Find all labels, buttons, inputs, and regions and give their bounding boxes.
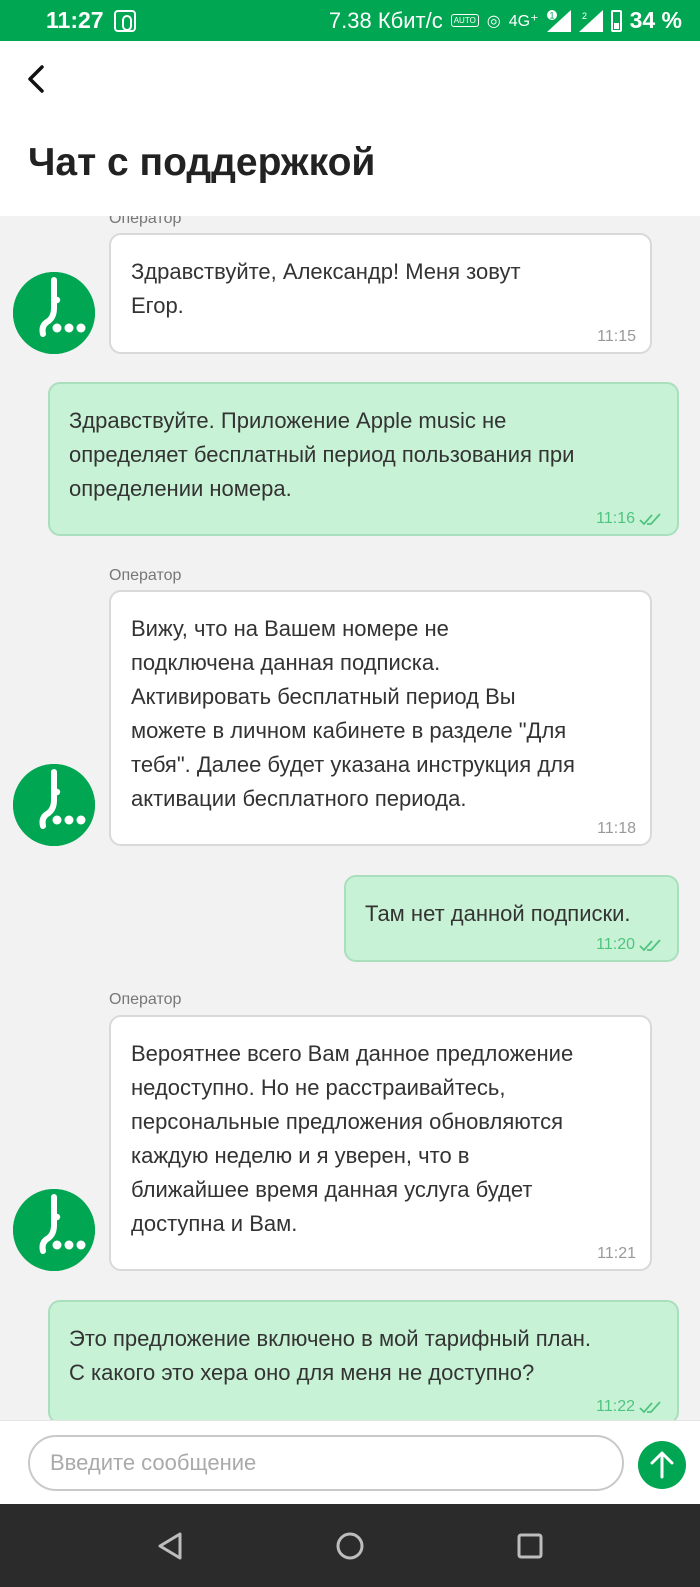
page-title: Чат с поддержкой	[28, 141, 376, 184]
chat-messages-list[interactable]: Оператор Здравствуйте, Александр! Меня з…	[0, 216, 700, 1420]
operator-label: Оператор	[109, 216, 182, 227]
operator-avatar	[13, 764, 95, 846]
app-notification-icon	[113, 9, 136, 32]
nav-recents-button[interactable]	[510, 1526, 550, 1566]
sim2-badge: 2	[582, 11, 587, 21]
battery-percent: 34 %	[629, 7, 682, 33]
status-bar: 11:27 7.38 Кбит/с AUTO ◎ 4G⁺ 1 2 34 %	[0, 0, 700, 41]
nav-back-button[interactable]	[150, 1526, 190, 1566]
double-check-icon	[639, 1401, 661, 1414]
operator-message: Вероятнее всего Вам данное предложение н…	[109, 1015, 652, 1271]
network-speed: 7.38 Кбит/с	[328, 7, 443, 33]
square-recents-icon	[517, 1533, 543, 1558]
chevron-left-icon	[28, 65, 44, 93]
operator-label: Оператор	[109, 991, 182, 1008]
message-time: 11:20	[596, 936, 635, 953]
system-nav-bar	[0, 1504, 700, 1587]
triangle-back-icon	[158, 1532, 182, 1559]
network-type-label: 4G⁺	[508, 12, 539, 30]
signal-sim2-icon: 2	[578, 9, 603, 32]
message-text: Это предложение включено в мой тарифный …	[69, 1326, 592, 1385]
message-time: 11:16	[596, 510, 635, 527]
send-button[interactable]	[638, 1441, 686, 1489]
message-time: 11:21	[597, 1245, 636, 1262]
status-time: 11:27	[46, 7, 104, 33]
operator-message: Вижу, что на Вашем номере не подключена …	[109, 590, 652, 846]
chat-header: Чат с поддержкой	[0, 41, 700, 216]
message-text: Здравствуйте, Александр! Меня зовут Егор…	[131, 259, 521, 318]
megafon-logo-icon	[13, 272, 95, 354]
message-text: Вероятнее всего Вам данное предложение н…	[131, 1041, 574, 1236]
operator-message: Здравствуйте, Александр! Меня зовут Егор…	[109, 233, 652, 354]
nav-home-button[interactable]	[330, 1526, 370, 1566]
user-message: Там нет данной подписки. 11:20	[344, 875, 679, 962]
hotspot-icon: ◎	[486, 12, 501, 30]
message-input[interactable]	[28, 1435, 624, 1491]
message-time: 11:15	[597, 328, 636, 345]
message-text: Здравствуйте. Приложение Apple music не …	[69, 408, 575, 501]
user-message: Здравствуйте. Приложение Apple music не …	[48, 382, 679, 536]
message-time: 11:18	[597, 820, 636, 837]
back-button[interactable]	[18, 59, 54, 99]
sim1-badge: 1	[549, 10, 554, 20]
message-text: Вижу, что на Вашем номере не подключена …	[131, 616, 575, 811]
megafon-logo-icon	[13, 764, 95, 846]
arrow-up-icon	[650, 1451, 674, 1479]
message-text: Там нет данной подписки.	[365, 901, 631, 926]
message-status: 11:22	[596, 1398, 663, 1416]
double-check-icon	[639, 513, 661, 526]
message-status: 11:16	[596, 510, 663, 528]
status-indicators: 7.38 Кбит/с AUTO ◎ 4G⁺ 1 2 34 %	[329, 7, 682, 34]
battery-icon	[610, 9, 622, 32]
operator-avatar	[13, 1189, 95, 1271]
double-check-icon	[639, 939, 661, 952]
operator-label: Оператор	[109, 567, 182, 584]
megafon-logo-icon	[13, 1189, 95, 1271]
message-time: 11:22	[596, 1398, 635, 1415]
message-status: 11:20	[596, 936, 663, 954]
signal-sim1-icon: 1	[546, 9, 571, 32]
operator-avatar	[13, 272, 95, 354]
circle-home-icon	[336, 1532, 364, 1559]
user-message: Это предложение включено в мой тарифный …	[48, 1300, 679, 1420]
message-composer	[0, 1420, 700, 1504]
auto-icon: AUTO	[450, 14, 479, 27]
